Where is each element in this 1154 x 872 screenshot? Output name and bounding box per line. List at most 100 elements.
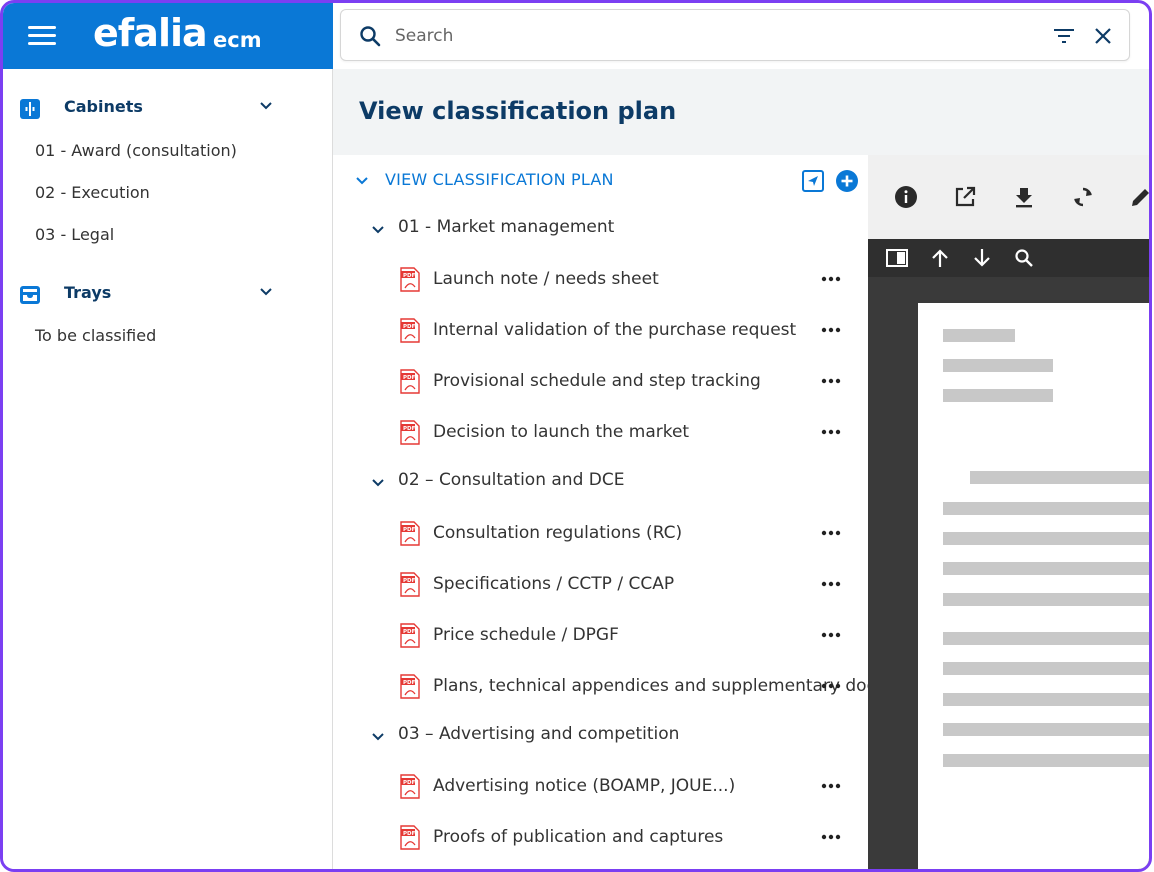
classification-tree: VIEW CLASSIFICATION PLAN 01 - Market man… <box>333 155 940 869</box>
document-label[interactable]: Internal validation of the purchase requ… <box>433 320 796 340</box>
pdf-icon: PDF <box>400 267 420 292</box>
more-icon[interactable] <box>820 680 842 692</box>
edit-icon[interactable] <box>1129 185 1152 209</box>
tree-document[interactable]: PDF Plans, technical appendices and supp… <box>400 674 940 704</box>
logo: efalia <box>93 11 208 55</box>
pdf-icon: PDF <box>400 521 420 546</box>
section-label: Cabinets <box>64 97 143 116</box>
tree-document[interactable]: PDF Advertising notice (BOAMP, JOUE...) <box>400 774 870 804</box>
arrow-up-icon[interactable] <box>929 248 951 268</box>
more-icon[interactable] <box>820 780 842 792</box>
chevron-down-icon[interactable] <box>371 476 385 490</box>
search-icon[interactable] <box>1014 248 1036 268</box>
main-content: View classification plan VIEW CLASSIFICA… <box>333 69 1152 869</box>
more-icon[interactable] <box>820 273 842 285</box>
svg-text:PDF: PDF <box>403 527 416 533</box>
cabinet-icon <box>20 99 40 119</box>
tree-folder[interactable]: 03 – Advertising and competition <box>371 724 851 748</box>
document-label[interactable]: Provisional schedule and step tracking <box>433 371 761 391</box>
search-bar <box>340 9 1130 61</box>
document-label[interactable]: Price schedule / DPGF <box>433 625 619 645</box>
tray-icon <box>20 286 40 304</box>
sidebar-item-to-be-classified[interactable]: To be classified <box>35 326 156 345</box>
tree-root[interactable]: VIEW CLASSIFICATION PLAN <box>355 169 865 193</box>
section-label: Trays <box>64 283 112 302</box>
refresh-icon[interactable] <box>1071 185 1095 209</box>
more-icon[interactable] <box>820 578 842 590</box>
tree-document[interactable]: PDF Consultation regulations (RC) <box>400 521 870 551</box>
document-label[interactable]: Launch note / needs sheet <box>433 269 659 289</box>
svg-text:PDF: PDF <box>403 426 416 432</box>
svg-text:PDF: PDF <box>403 831 416 837</box>
info-icon[interactable] <box>894 185 918 209</box>
sidebar-item-execution[interactable]: 02 - Execution <box>35 183 150 202</box>
svg-text:PDF: PDF <box>403 375 416 381</box>
folder-label: 01 - Market management <box>398 217 615 237</box>
tree-document[interactable]: PDF Specifications / CCTP / CCAP <box>400 572 870 602</box>
pdf-icon: PDF <box>400 369 420 394</box>
chevron-down-icon[interactable] <box>259 99 273 113</box>
pdf-icon: PDF <box>400 623 420 648</box>
sidebar-item-award[interactable]: 01 - Award (consultation) <box>35 141 237 160</box>
sidebar-toggle-icon[interactable] <box>886 248 908 268</box>
tree-folder[interactable]: 01 - Market management <box>371 217 851 241</box>
close-icon[interactable] <box>1093 26 1113 46</box>
section-cabinets[interactable]: Cabinets <box>19 95 319 125</box>
add-icon[interactable] <box>835 169 859 193</box>
chevron-down-icon[interactable] <box>371 223 385 237</box>
pdf-icon: PDF <box>400 774 420 799</box>
svg-text:PDF: PDF <box>403 273 416 279</box>
open-external-icon[interactable] <box>953 185 977 209</box>
svg-text:PDF: PDF <box>403 680 416 686</box>
section-trays[interactable]: Trays <box>19 281 319 311</box>
folder-label: 02 – Consultation and DCE <box>398 470 625 490</box>
more-icon[interactable] <box>820 629 842 641</box>
tree-document[interactable]: PDF Provisional schedule and step tracki… <box>400 369 870 399</box>
document-label[interactable]: Plans, technical appendices and suppleme… <box>433 676 940 696</box>
search-icon <box>360 26 381 47</box>
pdf-icon: PDF <box>400 674 420 699</box>
sidebar-item-legal[interactable]: 03 - Legal <box>35 225 114 244</box>
pdf-icon: PDF <box>400 572 420 597</box>
tree-document[interactable]: PDF Decision to launch the market <box>400 420 870 450</box>
tree-document[interactable]: PDF Price schedule / DPGF <box>400 623 870 653</box>
send-icon[interactable] <box>801 169 825 193</box>
page-title: View classification plan <box>359 97 677 125</box>
viewer-toolbar <box>868 155 1152 239</box>
document-label[interactable]: Consultation regulations (RC) <box>433 523 682 543</box>
menu-icon[interactable] <box>28 26 56 46</box>
more-icon[interactable] <box>820 527 842 539</box>
svg-text:PDF: PDF <box>403 578 416 584</box>
filter-icon[interactable] <box>1053 27 1075 45</box>
arrow-down-icon[interactable] <box>971 248 993 268</box>
more-icon[interactable] <box>820 426 842 438</box>
svg-text:PDF: PDF <box>403 629 416 635</box>
chevron-down-icon[interactable] <box>355 174 369 188</box>
logo-product: ecm <box>213 28 262 52</box>
tree-document[interactable]: PDF Proofs of publication and captures <box>400 825 870 855</box>
pdf-icon: PDF <box>400 825 420 850</box>
tree-folder[interactable]: 02 – Consultation and DCE <box>371 470 851 494</box>
tree-root-label[interactable]: VIEW CLASSIFICATION PLAN <box>385 170 614 189</box>
pdf-icon: PDF <box>400 420 420 445</box>
folder-label: 03 – Advertising and competition <box>398 724 680 744</box>
more-icon[interactable] <box>820 831 842 843</box>
more-icon[interactable] <box>820 324 842 336</box>
tree-document[interactable]: PDF Launch note / needs sheet <box>400 267 870 297</box>
document-label[interactable]: Decision to launch the market <box>433 422 689 442</box>
document-label[interactable]: Proofs of publication and captures <box>433 827 723 847</box>
search-input[interactable] <box>395 22 1035 50</box>
document-label[interactable]: Advertising notice (BOAMP, JOUE...) <box>433 776 735 796</box>
chevron-down-icon[interactable] <box>371 730 385 744</box>
tree-document[interactable]: PDF Internal validation of the purchase … <box>400 318 870 348</box>
chevron-down-icon[interactable] <box>259 285 273 299</box>
document-label[interactable]: Specifications / CCTP / CCAP <box>433 574 674 594</box>
pdf-icon: PDF <box>400 318 420 343</box>
viewer-navbar <box>868 239 1149 277</box>
app-window: efalia ecm Cabinets 01 - Award (consulta… <box>0 0 1152 872</box>
download-icon[interactable] <box>1012 185 1036 209</box>
document-page <box>918 303 1149 869</box>
more-icon[interactable] <box>820 375 842 387</box>
svg-text:PDF: PDF <box>403 324 416 330</box>
document-viewer <box>868 155 1152 869</box>
